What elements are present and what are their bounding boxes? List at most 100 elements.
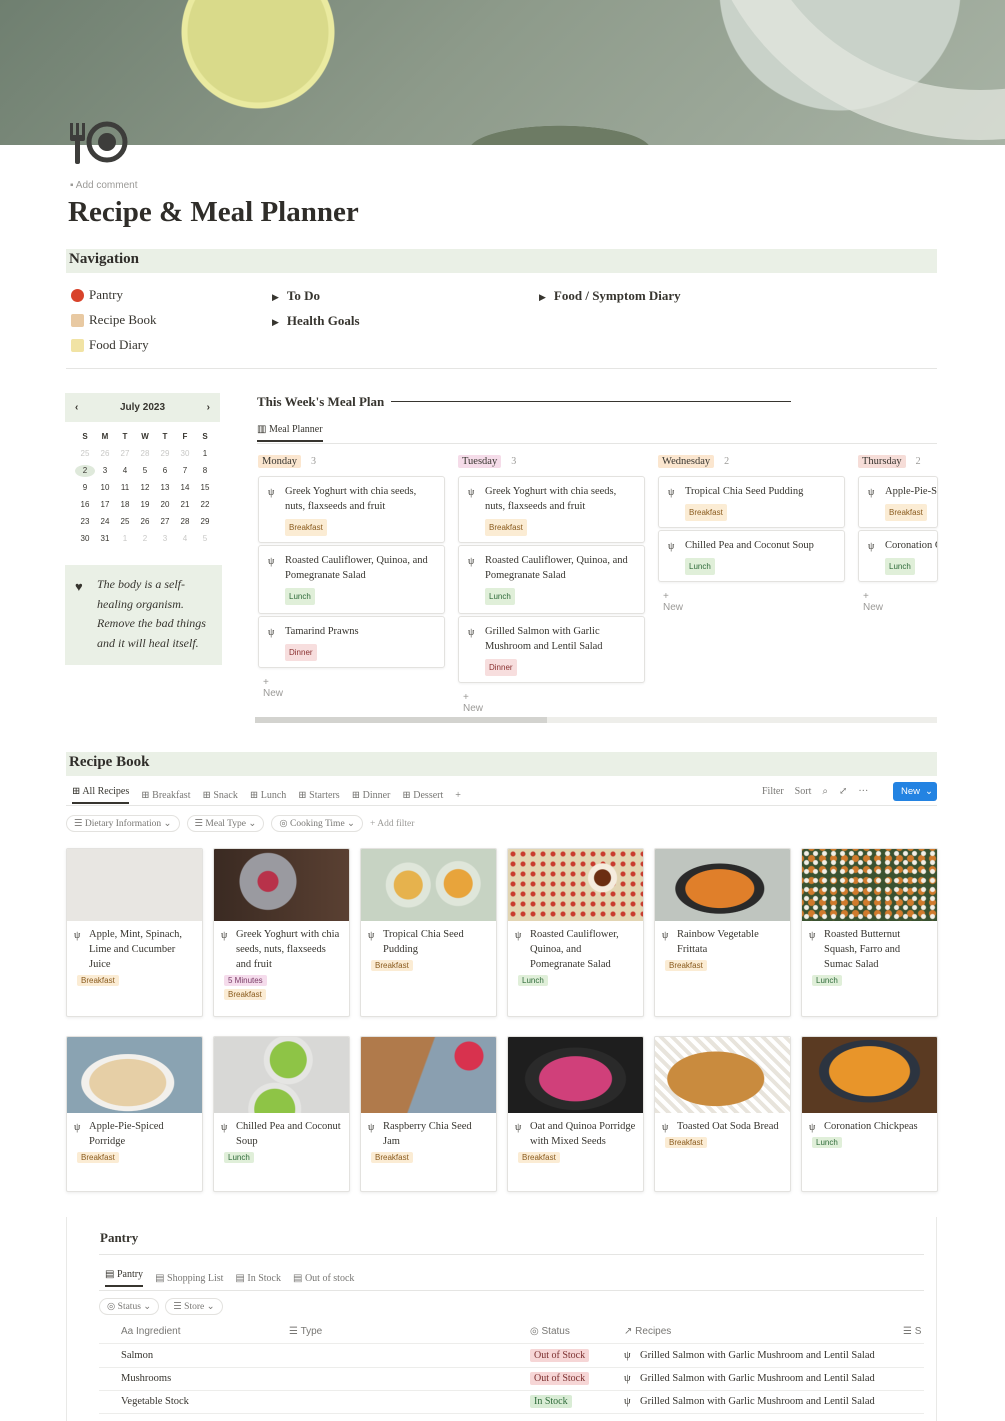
recipe-card[interactable]: ψ Rainbow Vegetable Frittata Breakfast [654, 848, 791, 1017]
calendar-day[interactable]: 4 [115, 465, 135, 477]
expand-icon[interactable]: ⤢ [839, 786, 847, 797]
recipe-card[interactable]: ψ Apple, Mint, Spinach, Lime and Cucumber… [66, 848, 203, 1017]
calendar-day[interactable]: 7 [175, 465, 195, 477]
calendar-day[interactable]: 21 [175, 499, 195, 511]
calendar-day[interactable]: 25 [115, 516, 135, 528]
calendar-day[interactable]: 28 [175, 516, 195, 528]
col-store[interactable]: ☰ S [903, 1326, 921, 1337]
recipe-card[interactable]: ψ Coronation Chickpeas Lunch [801, 1036, 938, 1192]
tab-breakfast[interactable]: ⊞ Breakfast [141, 790, 190, 801]
table-row[interactable]: Mushrooms Out of Stock ψ Grilled Salmon wit… [99, 1368, 924, 1391]
recipe-card[interactable]: ψ Oat and Quinoa Porridge with Mixed Seed… [507, 1036, 644, 1192]
chevron-down-icon[interactable]: ⌄ [925, 786, 933, 797]
meal-card[interactable]: ψ Tropical Chia Seed Pudding Breakfast [658, 476, 845, 528]
calendar-day[interactable]: 30 [75, 533, 95, 545]
calendar-day[interactable]: 6 [155, 465, 175, 477]
calendar-day[interactable]: 25 [75, 448, 95, 460]
status-badge[interactable]: In Stock [530, 1395, 572, 1408]
calendar-day[interactable]: 20 [155, 499, 175, 511]
recipe-card[interactable]: ψ Greek Yoghurt with chia seeds, nuts, fl… [213, 848, 350, 1017]
calendar-day[interactable]: 31 [95, 533, 115, 545]
col-type[interactable]: ☰ Type [289, 1326, 322, 1337]
calendar-day[interactable]: 14 [175, 482, 195, 494]
calendar-day[interactable]: 3 [155, 533, 175, 545]
ingredient-cell[interactable]: Mushrooms [121, 1373, 171, 1384]
filter-dietary-information[interactable]: ☰ Dietary Information ⌄ [66, 815, 180, 832]
calendar-day[interactable]: 1 [195, 448, 215, 460]
tab-starters[interactable]: ⊞ Starters [298, 790, 339, 801]
tab-shopping-list[interactable]: ▤ Shopping List [155, 1273, 223, 1284]
add-view-icon[interactable]: + [455, 790, 461, 801]
add-new-card-button[interactable]: + New [263, 677, 283, 699]
ingredient-cell[interactable]: Salmon [121, 1350, 153, 1361]
meal-card[interactable]: ψ Roasted Cauliflower, Quinoa, and Pomegr… [258, 545, 445, 614]
meal-card[interactable]: ψ Greek Yoghurt with chia seeds, nuts, fl… [458, 476, 645, 543]
col-status[interactable]: ◎ Status [530, 1326, 570, 1337]
status-badge[interactable]: Out of Stock [530, 1349, 590, 1362]
calendar-day[interactable]: 2 [135, 533, 155, 545]
col-recipes[interactable]: ↗ Recipes [624, 1326, 671, 1337]
calendar-day[interactable]: 9 [75, 482, 95, 494]
calendar-day[interactable]: 28 [135, 448, 155, 460]
tab-meal-planner[interactable]: ▥ Meal Planner [257, 424, 323, 442]
calendar-day[interactable]: 2 [75, 465, 95, 477]
filter-cooking-time[interactable]: ◎ Cooking Time ⌄ [271, 815, 364, 832]
recipe-card[interactable]: ψ Roasted Cauliflower, Quinoa, and Pomegr… [507, 848, 644, 1017]
tab-snack[interactable]: ⊞ Snack [202, 790, 237, 801]
search-icon[interactable]: ⌕ [822, 786, 828, 797]
calendar-day[interactable]: 30 [175, 448, 195, 460]
calendar-day[interactable]: 26 [95, 448, 115, 460]
col-ingredient[interactable]: Aa Ingredient [121, 1326, 181, 1337]
meal-card[interactable]: ψ Coronation C Lunch [858, 530, 938, 582]
calendar-day[interactable]: 29 [195, 516, 215, 528]
meal-card[interactable]: ψ Chilled Pea and Coconut Soup Lunch [658, 530, 845, 582]
meal-card[interactable]: ψ Tamarind Prawns Dinner [258, 616, 445, 668]
new-button[interactable]: New ⌄ [893, 782, 937, 801]
tab-lunch[interactable]: ⊞ Lunch [250, 790, 286, 801]
toggle-to-do[interactable]: ▶ To Do [272, 288, 360, 304]
calendar-day[interactable]: 27 [115, 448, 135, 460]
ingredient-cell[interactable]: Vegetable Stock [121, 1396, 189, 1407]
add-filter-button[interactable]: + Add filter [370, 819, 414, 829]
calendar-day[interactable]: 11 [115, 482, 135, 494]
toggle-food-symptom-diary[interactable]: ▶ Food / Symptom Diary [539, 288, 681, 304]
status-badge[interactable]: Out of Stock [530, 1372, 590, 1385]
meal-card[interactable]: ψ Apple-Pie-Sp Breakfast [858, 476, 938, 528]
tab-all-recipes[interactable]: ⊞ All Recipes [72, 786, 130, 804]
meal-card[interactable]: ψ Greek Yoghurt with chia seeds, nuts, fl… [258, 476, 445, 543]
filter-meal-type[interactable]: ☰ Meal Type ⌄ [186, 815, 265, 832]
calendar-day[interactable]: 29 [155, 448, 175, 460]
meal-card[interactable]: ψ Roasted Cauliflower, Quinoa, and Pomegr… [458, 545, 645, 614]
recipe-relation-cell[interactable]: Grilled Salmon with Garlic Mushroom and … [640, 1350, 875, 1361]
recipe-card[interactable]: ψ Toasted Oat Soda Bread Breakfast [654, 1036, 791, 1192]
calendar-day[interactable]: 8 [195, 465, 215, 477]
calendar-day[interactable]: 12 [135, 482, 155, 494]
nav-link-food-diary[interactable]: Food Diary [71, 337, 157, 353]
recipe-relation-cell[interactable]: Grilled Salmon with Garlic Mushroom and … [640, 1373, 875, 1384]
calendar-day[interactable]: 13 [155, 482, 175, 494]
calendar-day[interactable]: 24 [95, 516, 115, 528]
calendar-day[interactable]: 4 [175, 533, 195, 545]
calendar-day[interactable]: 5 [135, 465, 155, 477]
nav-link-pantry[interactable]: Pantry [71, 287, 157, 303]
toggle-health-goals[interactable]: ▶ Health Goals [272, 313, 360, 329]
table-row[interactable]: Salmon Out of Stock ψ Grilled Salmon with G… [99, 1345, 924, 1368]
calendar-day[interactable]: 19 [135, 499, 155, 511]
tab-pantry[interactable]: ▤ Pantry [105, 1269, 144, 1287]
chevron-left-icon[interactable]: ‹ [75, 402, 78, 413]
calendar-day[interactable]: 15 [195, 482, 215, 494]
recipe-relation-cell[interactable]: Grilled Salmon with Garlic Mushroom and … [640, 1396, 875, 1407]
table-row[interactable]: Vegetable Stock In Stock ψ Grilled Salmon w… [99, 1391, 924, 1414]
tab-in-stock[interactable]: ▤ In Stock [235, 1273, 281, 1284]
add-comment-button[interactable]: ▪ Add comment [70, 180, 137, 191]
filter-button[interactable]: Filter [762, 786, 784, 797]
add-new-card-button[interactable]: + New [863, 591, 883, 613]
calendar-day[interactable]: 10 [95, 482, 115, 494]
calendar-day[interactable]: 3 [95, 465, 115, 477]
sort-button[interactable]: Sort [795, 786, 812, 797]
filter-store[interactable]: ☰ Store ⌄ [165, 1298, 223, 1315]
calendar-day[interactable]: 23 [75, 516, 95, 528]
calendar-day[interactable]: 5 [195, 533, 215, 545]
calendar-day[interactable]: 18 [115, 499, 135, 511]
recipe-card[interactable]: ψ Raspberry Chia Seed Jam Breakfast [360, 1036, 497, 1192]
